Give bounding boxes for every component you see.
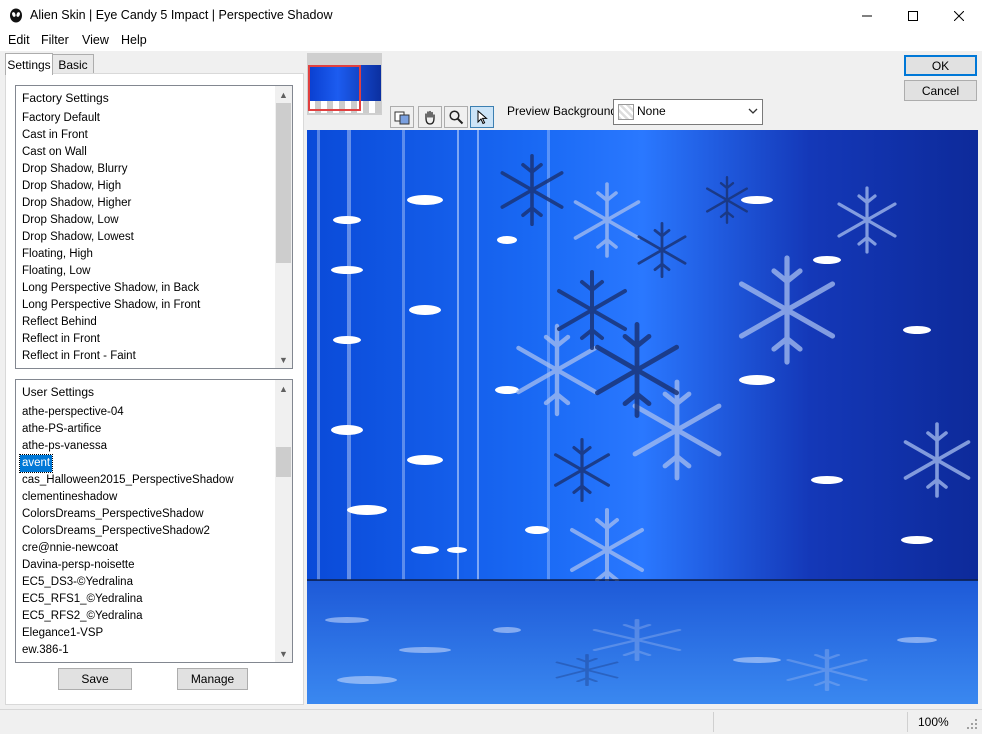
chevron-down-icon <box>748 108 758 114</box>
factory-list-item[interactable]: Long Perspective Shadow, in Front <box>20 297 202 314</box>
factory-list-item[interactable]: Cast on Wall <box>20 144 89 161</box>
factory-list-item[interactable]: Floating, Low <box>20 263 92 280</box>
minimize-icon <box>862 15 872 16</box>
user-list-item[interactable]: Elegance1-VSP <box>20 625 105 642</box>
factory-list-item[interactable]: Drop Shadow, Blurry <box>20 161 129 178</box>
hand-tool-button[interactable] <box>418 106 442 128</box>
ok-button[interactable]: OK <box>904 55 977 76</box>
scroll-down-icon[interactable]: ▼ <box>275 645 292 662</box>
factory-list-item[interactable]: Reflect in Front - Faint <box>20 348 138 365</box>
navigator-thumbnail[interactable] <box>307 53 382 115</box>
user-list-item[interactable]: athe-ps-vanessa <box>20 438 109 455</box>
user-list-item[interactable]: EC5_RFS1_©Yedralina <box>20 591 145 608</box>
preview-toggle-button[interactable] <box>390 106 414 128</box>
factory-list-item[interactable]: Reflect Behind <box>20 314 99 331</box>
close-button[interactable] <box>936 0 982 31</box>
menu-edit[interactable]: Edit <box>8 33 30 47</box>
manage-button[interactable]: Manage <box>177 668 248 690</box>
scroll-thumb[interactable] <box>276 103 291 263</box>
before-after-icon <box>394 111 410 125</box>
user-settings-list[interactable]: User Settings athe-perspective-04 athe-PS… <box>15 379 293 663</box>
arrow-pointer-icon <box>477 109 488 125</box>
user-list-item[interactable]: cre@nnie-newcoat <box>20 540 120 557</box>
factory-list-item[interactable]: Reflect in Front <box>20 331 102 348</box>
magnifier-icon <box>449 110 464 125</box>
close-icon <box>954 10 964 21</box>
preview-background-select[interactable]: None <box>613 99 763 125</box>
user-list-item[interactable]: ColorsDreams_PerspectiveShadow2 <box>20 523 212 540</box>
menu-view[interactable]: View <box>82 33 109 47</box>
user-scrollbar[interactable]: ▲ ▼ <box>275 380 292 662</box>
zoom-level: 100% <box>918 715 949 729</box>
user-list-item[interactable]: avent <box>18 454 54 473</box>
factory-list-item[interactable]: Long Perspective Shadow, in Back <box>20 280 201 297</box>
status-bar: 100% <box>0 709 982 734</box>
title-bar: Alien Skin | Eye Candy 5 Impact | Perspe… <box>0 0 982 31</box>
user-list-item[interactable]: ew.386-1 <box>20 642 71 659</box>
navigator-viewport[interactable] <box>308 65 361 111</box>
maximize-icon <box>908 10 918 21</box>
factory-scrollbar[interactable]: ▲ ▼ <box>275 86 292 368</box>
scroll-down-icon[interactable]: ▼ <box>275 351 292 368</box>
preview-image <box>307 130 978 704</box>
settings-panel: Factory Settings Factory Default Cast in … <box>5 73 304 705</box>
preview-canvas[interactable] <box>307 130 978 704</box>
cancel-button[interactable]: Cancel <box>904 80 977 101</box>
user-list-item[interactable]: athe-perspective-04 <box>20 404 126 421</box>
resize-grip-icon[interactable] <box>966 718 978 730</box>
zoom-tool-button[interactable] <box>444 106 468 128</box>
factory-list-item[interactable]: Drop Shadow, High <box>20 178 123 195</box>
tab-settings[interactable]: Settings <box>5 53 53 75</box>
factory-settings-list[interactable]: Factory Settings Factory Default Cast in … <box>15 85 293 369</box>
minimize-button[interactable] <box>844 0 890 31</box>
user-settings-header: User Settings <box>22 385 95 399</box>
user-list-item[interactable]: clementineshadow <box>20 489 119 506</box>
user-list-item[interactable]: athe-PS-artifice <box>20 421 103 438</box>
user-list-item[interactable]: EC5_DS3-©Yedralina <box>20 574 135 591</box>
user-list-item[interactable]: Davina-persp-noisette <box>20 557 137 574</box>
scroll-up-icon[interactable]: ▲ <box>275 380 292 397</box>
alien-skin-logo-icon <box>10 8 22 23</box>
factory-list-item[interactable]: Cast in Front <box>20 127 90 144</box>
factory-list-item[interactable]: Drop Shadow, Lowest <box>20 229 136 246</box>
tab-basic[interactable]: Basic <box>52 54 94 74</box>
factory-list-item[interactable]: Floating, High <box>20 246 95 263</box>
menu-filter[interactable]: Filter <box>41 33 69 47</box>
maximize-button[interactable] <box>890 0 936 31</box>
preview-background-label: Preview Background: <box>507 104 621 118</box>
factory-settings-header: Factory Settings <box>22 91 109 105</box>
user-list-item[interactable]: EC5_RFS2_©Yedralina <box>20 608 145 625</box>
menu-bar: Edit Filter View Help <box>0 31 982 51</box>
scroll-thumb[interactable] <box>276 447 291 477</box>
user-list-item[interactable]: cas_Halloween2015_PerspectiveShadow <box>20 472 236 489</box>
scroll-up-icon[interactable]: ▲ <box>275 86 292 103</box>
hand-icon <box>425 110 435 125</box>
factory-list-item[interactable]: Factory Default <box>20 110 102 127</box>
window-title: Alien Skin | Eye Candy 5 Impact | Perspe… <box>30 8 333 22</box>
preview-background-value: None <box>637 104 666 118</box>
save-button[interactable]: Save <box>58 668 132 690</box>
transparent-swatch-icon <box>618 104 634 120</box>
user-list-item[interactable]: ColorsDreams_PerspectiveShadow <box>20 506 206 523</box>
menu-help[interactable]: Help <box>121 33 147 47</box>
pointer-tool-button[interactable] <box>470 106 494 128</box>
factory-list-item[interactable]: Drop Shadow, Higher <box>20 195 133 212</box>
factory-list-item[interactable]: Drop Shadow, Low <box>20 212 121 229</box>
